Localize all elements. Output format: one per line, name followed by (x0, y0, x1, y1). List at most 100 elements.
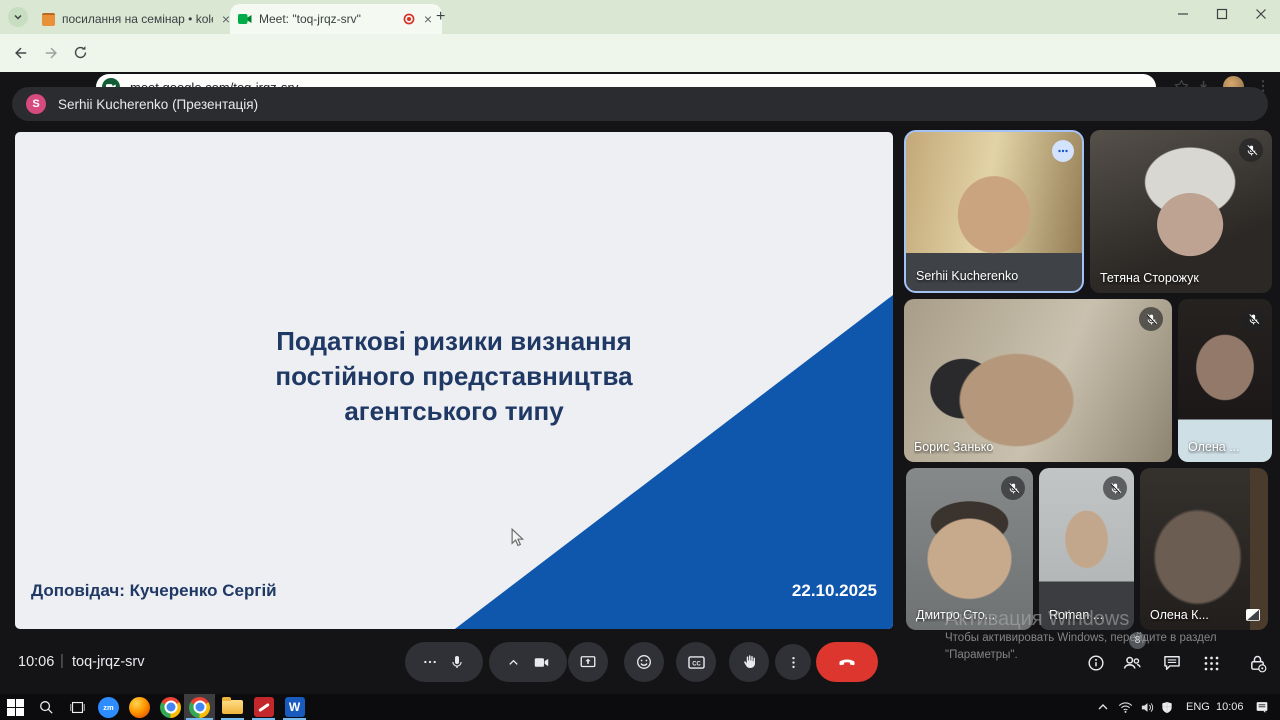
reload-icon (72, 44, 89, 61)
tab-seminar-link[interactable]: посилання на семінар • kolesn × (34, 4, 240, 34)
mouse-cursor (510, 528, 526, 548)
more-options-icon (1057, 145, 1069, 157)
video-tile-serhii[interactable]: Serhii Kucherenko (904, 130, 1084, 293)
present-screen-button[interactable] (568, 642, 608, 682)
taskbar-chrome[interactable] (155, 694, 186, 720)
window-minimize-button[interactable] (1177, 8, 1189, 23)
end-call-button[interactable] (816, 642, 878, 682)
pip-icon (1245, 608, 1261, 622)
start-button[interactable] (0, 694, 31, 720)
tray-defender-button[interactable] (1156, 694, 1178, 720)
microphone-icon (449, 654, 465, 670)
forward-button[interactable] (42, 44, 60, 67)
windows-logo-icon (7, 699, 24, 716)
smiley-icon (635, 653, 653, 671)
presenting-banner-label: Serhii Kucherenko (Презентація) (58, 97, 258, 112)
presenter-avatar: S (26, 94, 46, 114)
captions-icon: CC (687, 653, 706, 672)
video-tile-olena[interactable]: Олена ... (1178, 299, 1272, 462)
slide-presenter: Доповідач: Кучеренко Сергій (31, 581, 277, 601)
video-tile-borys[interactable]: Борис Занько (904, 299, 1172, 462)
raise-hand-icon (740, 653, 758, 671)
reload-button[interactable] (72, 44, 89, 66)
taskbar-file-explorer[interactable] (217, 694, 248, 720)
video-tile-olena-k[interactable]: Олена К... (1140, 468, 1268, 630)
tray-volume-button[interactable] (1136, 694, 1158, 720)
meeting-code: toq-jrqz-srv (72, 654, 145, 670)
mic-button-group[interactable] (405, 642, 483, 682)
captions-button[interactable]: CC (676, 642, 716, 682)
meeting-time: 10:06 (18, 654, 54, 670)
wifi-icon (1118, 701, 1133, 714)
tray-hidden-icons-button[interactable] (1092, 694, 1114, 720)
camera-button-group[interactable] (489, 642, 567, 682)
reactions-button[interactable] (624, 642, 664, 682)
end-call-icon (837, 652, 857, 672)
forward-icon (42, 44, 60, 62)
video-tile-tetiana[interactable]: Тетяна Сторожук (1090, 130, 1272, 293)
minimize-icon (1177, 8, 1189, 20)
shield-icon (1160, 700, 1174, 715)
browser-toolbar: meet.google.com/toq-jrqz-srv (0, 34, 1280, 72)
tile-menu-button[interactable] (1052, 140, 1074, 162)
task-view-button[interactable] (62, 694, 93, 720)
browser-tab-strip: посилання на семінар • kolesn × Meet: "t… (0, 0, 1280, 34)
chrome-icon (189, 697, 210, 718)
mic-muted-icon (1001, 476, 1025, 500)
tab-meet[interactable]: Meet: "toq-jrqz-srv" × (230, 4, 442, 34)
watermark-line2: Чтобы активировать Windows, перейдите в … (945, 630, 1245, 647)
speaker-icon (1140, 701, 1155, 714)
taskbar-firefox[interactable] (124, 694, 155, 720)
video-tile-roman[interactable]: Roman ... (1039, 468, 1134, 630)
present-screen-icon (579, 653, 597, 671)
desktop: посилання на семінар • kolesn × Meet: "t… (0, 0, 1280, 720)
task-view-icon (69, 699, 86, 716)
slide-title: Податкові ризики визнання постійного пре… (214, 324, 694, 429)
tray-clock[interactable]: 10:06 (1216, 701, 1244, 713)
tab-close-icon[interactable]: × (422, 12, 434, 26)
taskbar-zoom-app[interactable]: zm (93, 694, 124, 720)
chevron-up-icon (506, 655, 521, 670)
slide-date: 22.10.2025 (792, 581, 877, 601)
site-favicon (42, 13, 55, 26)
mic-muted-icon (1139, 307, 1163, 331)
camera-icon (533, 654, 550, 671)
tray-language[interactable]: ENG (1186, 701, 1210, 713)
tray-wifi-button[interactable] (1114, 694, 1136, 720)
presentation-slide: Податкові ризики визнання постійного пре… (15, 132, 893, 629)
windows-taskbar: zm W (0, 694, 1280, 720)
tab-search-button[interactable] (8, 7, 28, 27)
taskbar-chrome-active[interactable] (184, 694, 215, 720)
search-icon (38, 699, 55, 716)
tab-title: Meet: "toq-jrqz-srv" (259, 12, 396, 26)
folder-icon (222, 700, 243, 714)
more-options-button[interactable] (775, 644, 811, 680)
window-close-button[interactable] (1255, 8, 1267, 23)
action-center-icon (1254, 700, 1270, 715)
mic-muted-icon (1241, 307, 1265, 331)
firefox-icon (129, 697, 150, 718)
red-app-icon (254, 697, 274, 717)
taskbar-medoc-app[interactable] (248, 694, 279, 720)
raise-hand-button[interactable] (729, 642, 769, 682)
watermark-line3: "Параметры". (945, 647, 1245, 664)
windows-activation-watermark-text: Чтобы активировать Windows, перейдите в … (945, 630, 1245, 664)
back-button[interactable] (12, 44, 30, 67)
video-tile-dmytro[interactable]: Дмитро Сто... (906, 468, 1033, 630)
new-tab-button[interactable]: + (436, 8, 445, 26)
taskbar-word[interactable]: W (279, 694, 310, 720)
word-icon: W (285, 697, 305, 717)
window-maximize-button[interactable] (1216, 8, 1228, 23)
taskbar-search-button[interactable] (31, 694, 62, 720)
chevron-down-icon (13, 12, 23, 22)
mic-muted-icon (1103, 476, 1127, 500)
participant-name: Serhii Kucherenko (916, 269, 1018, 283)
maximize-icon (1216, 8, 1228, 20)
mic-muted-icon (1239, 138, 1263, 162)
action-center-button[interactable] (1248, 694, 1276, 720)
participant-name: Олена К... (1150, 608, 1209, 622)
meet-favicon (238, 13, 252, 25)
participant-name: Борис Занько (914, 440, 993, 454)
kebab-menu-icon (786, 655, 801, 670)
footer-divider: | (60, 652, 64, 669)
